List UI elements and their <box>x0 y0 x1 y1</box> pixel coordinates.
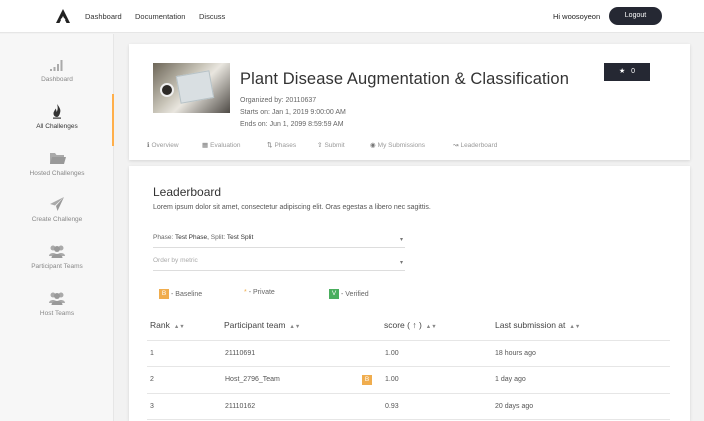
table-cell-team: 21110162 <box>225 403 256 410</box>
baseline-badge: B <box>362 375 372 385</box>
table-divider <box>147 419 670 420</box>
sidebar-item-create-challenge[interactable]: Create Challenge <box>0 196 114 238</box>
challenge-header-card: Plant Disease Augmentation & Classificat… <box>129 44 690 160</box>
sidebar-item-label: All Challenges <box>36 123 78 130</box>
sort-icon: ▲▼ <box>289 324 301 330</box>
baseline-badge: B <box>159 289 169 299</box>
tab-evaluation[interactable]: ▦ Evaluation <box>202 141 241 149</box>
private-marker: * <box>244 289 247 296</box>
table-divider <box>147 366 670 367</box>
sidebar-item-all-challenges[interactable]: All Challenges <box>0 103 114 145</box>
sidebar-item-label: Host Teams <box>39 310 75 317</box>
table-cell-last-submission: 18 hours ago <box>495 350 536 357</box>
info-icon: ℹ <box>147 142 150 149</box>
order-by-metric-select[interactable]: Order by metric ▾ <box>153 257 405 271</box>
sidebar: Dashboard All Challenges Hosted Challeng… <box>0 34 114 421</box>
column-header-last-submission[interactable]: Last submission at ▲▼ <box>495 320 580 330</box>
sidebar-item-label: Hosted Challenges <box>29 170 85 177</box>
tasks-icon: ⇅ <box>267 142 273 149</box>
verified-badge: V <box>329 289 339 299</box>
tab-my-submissions[interactable]: ◉ My Submissions <box>370 141 425 149</box>
column-header-rank[interactable]: Rank ▲▼ <box>150 320 185 330</box>
sort-icon: ▲▼ <box>173 324 185 330</box>
line-chart-icon: ↝ <box>453 142 459 149</box>
sidebar-item-label: Create Challenge <box>31 216 83 223</box>
phase-split-select[interactable]: Phase: Test Phase, Split: Test Split ▾ <box>153 234 405 248</box>
eye-icon: ◉ <box>370 142 376 149</box>
sidebar-item-host-teams[interactable]: Host Teams <box>0 290 114 332</box>
nav-dashboard-link[interactable]: Dashboard <box>85 12 122 21</box>
active-indicator <box>112 94 114 146</box>
flame-icon <box>53 104 61 119</box>
evalai-logo-icon[interactable] <box>55 8 71 24</box>
table-cell-score: 1.00 <box>385 376 399 383</box>
legend-baseline: B- Baseline <box>159 289 202 299</box>
leaderboard-description: Lorem ipsum dolor sit amet, consectetur … <box>153 204 431 211</box>
users-icon <box>49 245 65 258</box>
tab-submit[interactable]: ⇧ Submit <box>317 141 345 149</box>
leaderboard-card: Leaderboard Lorem ipsum dolor sit amet, … <box>129 166 690 421</box>
user-greeting: Hi woosoyeon <box>553 12 601 21</box>
caret-down-icon: ▾ <box>399 260 403 266</box>
sidebar-item-hosted-challenges[interactable]: Hosted Challenges <box>0 150 114 192</box>
table-cell-rank: 2 <box>150 376 154 383</box>
start-date: Starts on: Jan 1, 2019 9:00:00 AM <box>240 109 346 116</box>
sidebar-item-participant-teams[interactable]: Participant Teams <box>0 243 114 285</box>
chart-icon: ▦ <box>202 142 209 149</box>
nav-discuss-link[interactable]: Discuss <box>199 12 225 21</box>
star-icon: ★ <box>618 68 626 75</box>
caret-down-icon: ▾ <box>399 237 403 243</box>
nav-documentation-link[interactable]: Documentation <box>135 12 185 21</box>
table-cell-score: 1.00 <box>385 350 399 357</box>
bar-chart-icon <box>50 60 63 71</box>
challenge-title: Plant Disease Augmentation & Classificat… <box>240 70 569 88</box>
logout-button[interactable]: Logout <box>609 7 662 25</box>
star-button[interactable]: ★ 0 <box>604 63 650 81</box>
tab-overview[interactable]: ℹ Overview <box>147 141 179 149</box>
sidebar-item-dashboard[interactable]: Dashboard <box>0 56 114 98</box>
column-header-team[interactable]: Participant team ▲▼ <box>224 320 300 330</box>
tab-leaderboard[interactable]: ↝ Leaderboard <box>453 141 497 149</box>
column-header-score[interactable]: score ( ↑ ) ▲▼ <box>384 320 437 330</box>
table-cell-last-submission: 1 day ago <box>495 376 526 383</box>
sidebar-item-label: Dashboard <box>41 76 73 83</box>
tab-phases[interactable]: ⇅ Phases <box>267 141 296 149</box>
sort-icon: ▲▼ <box>425 324 437 330</box>
table-cell-last-submission: 20 days ago <box>495 403 534 410</box>
table-cell-rank: 3 <box>150 403 154 410</box>
table-divider <box>147 340 670 341</box>
table-divider <box>147 393 670 394</box>
sidebar-item-label: Participant Teams <box>31 263 83 270</box>
end-date: Ends on: Jun 1, 2099 8:59:59 AM <box>240 121 344 128</box>
table-cell-team: Host_2796_Team <box>225 376 280 383</box>
table-cell-team: 21110691 <box>225 350 256 357</box>
paper-plane-icon <box>50 197 64 211</box>
top-navbar: Dashboard Documentation Discuss Hi wooso… <box>0 0 704 33</box>
sort-icon: ▲▼ <box>569 324 581 330</box>
table-cell-rank: 1 <box>150 350 154 357</box>
folder-icon <box>50 153 66 164</box>
star-count: 0 <box>631 68 636 75</box>
legend-verified: V- Verified <box>329 289 369 299</box>
organized-by: Organized by: 20110637 <box>240 97 317 104</box>
leaderboard-title: Leaderboard <box>153 185 222 199</box>
users-icon <box>49 292 65 305</box>
upload-icon: ⇧ <box>317 142 323 149</box>
legend-private: * - Private <box>244 289 275 296</box>
challenge-thumbnail <box>153 63 230 113</box>
table-cell-score: 0.93 <box>385 403 399 410</box>
